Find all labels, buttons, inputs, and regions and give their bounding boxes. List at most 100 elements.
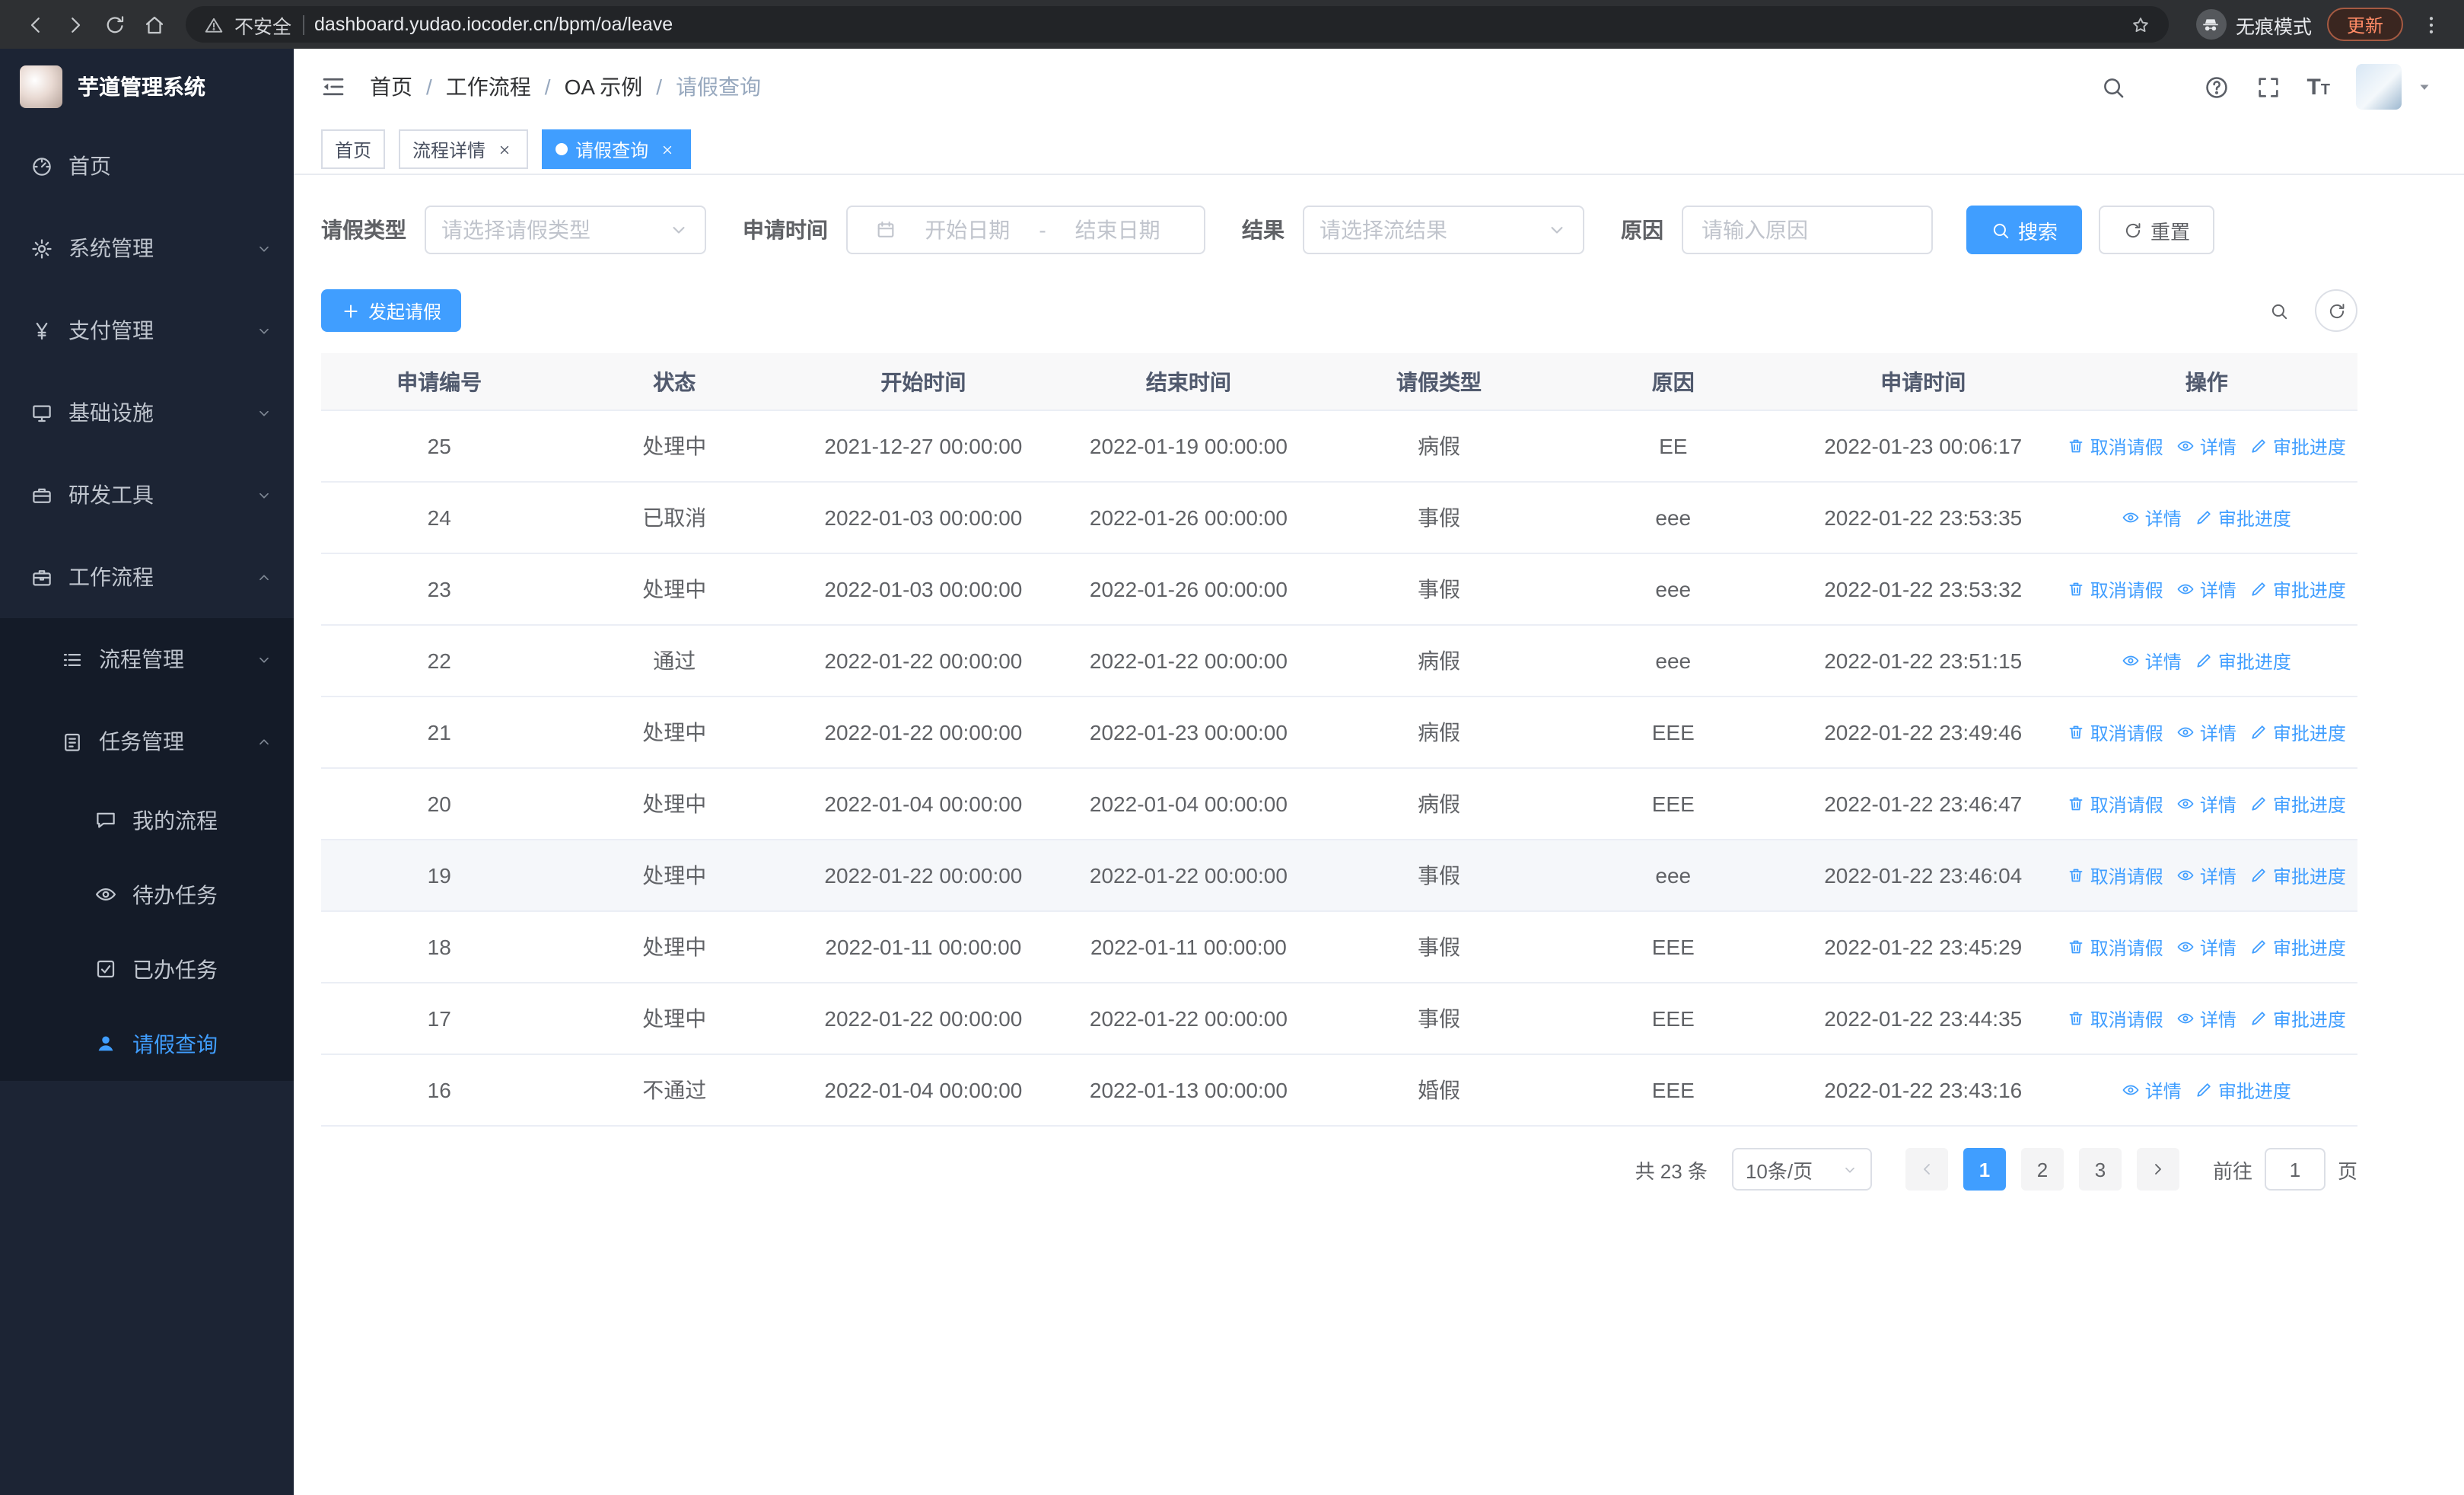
sidebar-item-system[interactable]: 系统管理 (0, 207, 294, 289)
action-cancel[interactable]: 取消请假 (2068, 862, 2163, 888)
action-cancel[interactable]: 取消请假 (2068, 1006, 2163, 1031)
chevron-up-icon (256, 733, 272, 750)
reason-input[interactable] (1682, 206, 1933, 254)
action-label: 详情 (2144, 651, 2182, 672)
sidebar-item-process-mgmt[interactable]: 流程管理 (0, 618, 294, 700)
action-cancel[interactable]: 取消请假 (2068, 934, 2163, 960)
search-button[interactable]: 搜索 (1966, 206, 2083, 254)
breadcrumb-item[interactable]: 工作流程 (446, 72, 531, 102)
action-detail[interactable]: 详情 (2122, 505, 2182, 531)
browser-reload-button[interactable] (94, 5, 134, 44)
sidebar-item-infra[interactable]: 基础设施 (0, 371, 294, 454)
breadcrumb-item[interactable]: 首页 (370, 72, 412, 102)
action-detail[interactable]: 详情 (2177, 1006, 2236, 1031)
browser-chrome: 不安全 dashboard.yudao.iocoder.cn/bpm/oa/le… (0, 0, 2464, 49)
date-range-picker[interactable]: 开始日期 - 结束日期 (846, 206, 1205, 254)
github-icon[interactable] (2151, 74, 2177, 100)
action-progress[interactable]: 审批进度 (2250, 433, 2346, 459)
goto-page-input[interactable] (2264, 1148, 2326, 1191)
column-header: 操作 (2185, 369, 2228, 394)
action-detail[interactable]: 详情 (2177, 934, 2236, 960)
sidebar-item-done-task[interactable]: 已办任务 (0, 932, 294, 1006)
browser-home-button[interactable] (134, 5, 173, 44)
page-button-1[interactable]: 1 (1963, 1148, 2006, 1191)
column-header: 开始时间 (880, 369, 966, 394)
action-progress[interactable]: 审批进度 (2250, 791, 2346, 817)
action-detail[interactable]: 详情 (2177, 433, 2236, 459)
sidebar-item-todo-task[interactable]: 待办任务 (0, 857, 294, 932)
action-progress[interactable]: 审批进度 (2195, 648, 2291, 674)
next-page-button[interactable] (2136, 1148, 2179, 1191)
sidebar-item-home[interactable]: 首页 (0, 125, 294, 207)
leave-type-select[interactable]: 请选择请假类型 (425, 206, 706, 254)
search-icon[interactable] (2099, 74, 2125, 100)
list-icon (61, 648, 84, 671)
action-cancel[interactable]: 取消请假 (2068, 576, 2163, 602)
action-progress[interactable]: 审批进度 (2195, 505, 2291, 531)
font-size-icon[interactable]: TT (2306, 75, 2330, 98)
help-icon[interactable] (2203, 74, 2229, 100)
chat-icon (94, 808, 117, 831)
browser-back-button[interactable] (15, 5, 55, 44)
sidebar-item-leave-query[interactable]: 请假查询 (0, 1006, 294, 1081)
toggle-search-button[interactable] (2257, 289, 2300, 332)
address-bar[interactable]: 不安全 dashboard.yudao.iocoder.cn/bpm/oa/le… (186, 6, 2169, 43)
action-detail[interactable]: 详情 (2177, 791, 2236, 817)
trash-icon (2068, 580, 2086, 598)
tab-home[interactable]: 首页 (321, 129, 386, 169)
action-cancel[interactable]: 取消请假 (2068, 791, 2163, 817)
page-button-2[interactable]: 2 (2020, 1148, 2064, 1191)
browser-forward-button[interactable] (55, 5, 94, 44)
action-cancel[interactable]: 取消请假 (2068, 433, 2163, 459)
action-label: 审批进度 (2272, 436, 2346, 457)
action-detail[interactable]: 详情 (2177, 576, 2236, 602)
cell-reason: eee (1655, 505, 1692, 530)
action-detail[interactable]: 详情 (2122, 648, 2182, 674)
action-progress[interactable]: 审批进度 (2250, 862, 2346, 888)
reset-button[interactable]: 重置 (2099, 206, 2215, 254)
sidebar-item-workflow[interactable]: 工作流程 (0, 536, 294, 618)
cell-actions: 详情 审批进度 (2056, 505, 2357, 531)
action-progress[interactable]: 审批进度 (2250, 1006, 2346, 1031)
bookmark-star-icon[interactable] (2131, 14, 2150, 34)
tab-leave-query[interactable]: 请假查询 (542, 129, 692, 169)
sidebar-item-devtools[interactable]: 研发工具 (0, 454, 294, 536)
tab-process-detail[interactable]: 流程详情 (399, 129, 529, 169)
action-detail[interactable]: 详情 (2177, 719, 2236, 745)
action-detail[interactable]: 详情 (2122, 1077, 2182, 1103)
tab-label: 流程详情 (412, 139, 486, 161)
start-date-placeholder: 开始日期 (925, 218, 1011, 242)
browser-menu-button[interactable] (2412, 6, 2449, 43)
table-row: 21 处理中 2022-01-22 00:00:00 2022-01-23 00:00… (321, 697, 2357, 769)
security-warning[interactable]: 不安全 (234, 10, 291, 39)
url-text[interactable]: dashboard.yudao.iocoder.cn/bpm/oa/leave (314, 14, 673, 35)
sidebar-item-task-mgmt[interactable]: 任务管理 (0, 700, 294, 783)
create-leave-button[interactable]: 发起请假 (321, 289, 462, 332)
refresh-table-button[interactable] (2315, 289, 2357, 332)
action-progress[interactable]: 审批进度 (2250, 719, 2346, 745)
caret-down-icon[interactable] (2415, 78, 2434, 96)
action-progress[interactable]: 审批进度 (2195, 1077, 2291, 1103)
action-cancel[interactable]: 取消请假 (2068, 719, 2163, 745)
column-header: 结束时间 (1145, 369, 1231, 394)
sidebar-item-payment[interactable]: 支付管理 (0, 289, 294, 371)
sidebar-item-my-process[interactable]: 我的流程 (0, 783, 294, 857)
page-button-3[interactable]: 3 (2078, 1148, 2122, 1191)
action-detail[interactable]: 详情 (2177, 862, 2236, 888)
cell-end: 2022-01-22 00:00:00 (1089, 863, 1288, 888)
cell-actions: 取消请假 详情 审批进度 (2056, 433, 2357, 459)
breadcrumb-item[interactable]: OA 示例 (565, 72, 643, 102)
result-select[interactable]: 请选择流结果 (1303, 206, 1584, 254)
sidebar-collapse-icon[interactable] (320, 73, 347, 100)
prev-page-button[interactable] (1905, 1148, 1948, 1191)
page-size-select[interactable]: 10条/页 (1731, 1148, 1872, 1191)
cell-end: 2022-01-22 00:00:00 (1089, 649, 1288, 673)
action-progress[interactable]: 审批进度 (2250, 934, 2346, 960)
action-progress[interactable]: 审批进度 (2250, 576, 2346, 602)
browser-update-button[interactable]: 更新 (2326, 8, 2403, 41)
user-avatar[interactable] (2356, 64, 2402, 110)
leave-type-label: 请假类型 (321, 218, 406, 242)
sidebar-item-label: 任务管理 (99, 729, 184, 754)
fullscreen-icon[interactable] (2255, 74, 2281, 100)
pagination-goto: 前往 页 (2213, 1148, 2357, 1191)
